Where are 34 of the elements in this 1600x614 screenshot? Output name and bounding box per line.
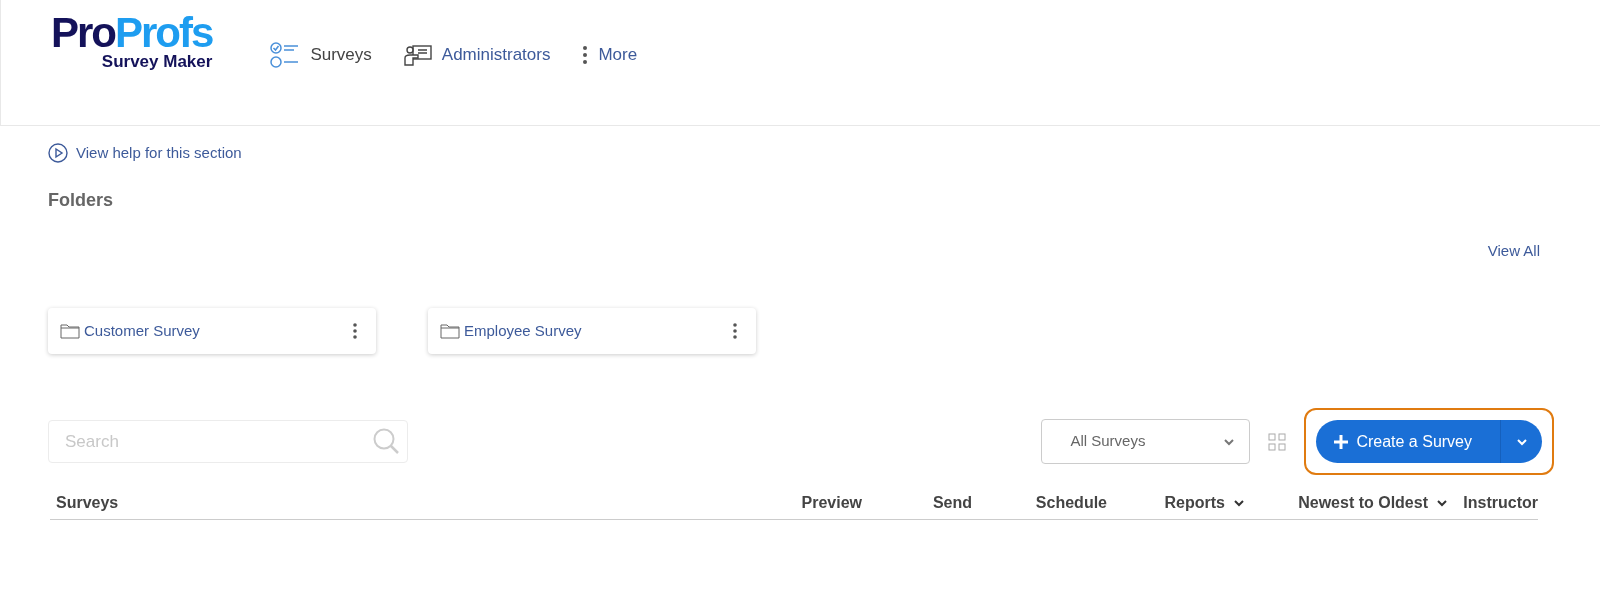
view-all-link[interactable]: View All — [1487, 239, 1540, 262]
more-vertical-icon[interactable] — [732, 322, 738, 340]
column-header[interactable]: Send — [932, 491, 972, 515]
folder-icon — [60, 323, 80, 339]
nav-link[interactable]: More — [582, 42, 638, 68]
folder-icon — [440, 323, 460, 339]
folder-card[interactable]: Employee Survey — [428, 308, 756, 354]
section-title: Folders — [48, 188, 114, 212]
column-header[interactable]: Reports — [1164, 491, 1245, 515]
folder-name: Customer Survey — [84, 320, 201, 341]
search-icon — [372, 427, 400, 455]
folder-card[interactable]: Customer Survey — [48, 308, 376, 354]
column-header[interactable]: Instructor — [1463, 491, 1538, 515]
presenter-icon — [403, 44, 432, 66]
nav-link[interactable]: Administrators — [403, 42, 551, 68]
play-circle-icon — [48, 143, 68, 164]
plus-icon — [1334, 434, 1349, 449]
product-name: Survey Maker — [101, 52, 213, 72]
help-link[interactable]: View help for this section — [48, 142, 242, 165]
chevron-down-icon — [1233, 499, 1245, 507]
column-header[interactable]: Schedule — [1035, 491, 1107, 515]
folder-name: Employee Survey — [464, 320, 583, 341]
more-vertical-icon — [582, 45, 589, 65]
column-header[interactable]: Preview — [801, 491, 862, 515]
nav-link[interactable]: Surveys — [270, 42, 372, 68]
filter-dropdown[interactable]: All Surveys — [1041, 419, 1251, 464]
more-vertical-icon[interactable] — [352, 322, 358, 340]
chevron-down-icon — [1515, 437, 1528, 446]
chevron-down-icon — [1436, 499, 1448, 507]
checklist-icon — [270, 42, 301, 68]
brand-logo[interactable]: ProProfs — [51, 12, 213, 54]
column-header[interactable]: Surveys — [56, 491, 119, 515]
chevron-down-icon — [1223, 437, 1236, 446]
column-header[interactable]: Newest to Oldest — [1298, 491, 1448, 515]
